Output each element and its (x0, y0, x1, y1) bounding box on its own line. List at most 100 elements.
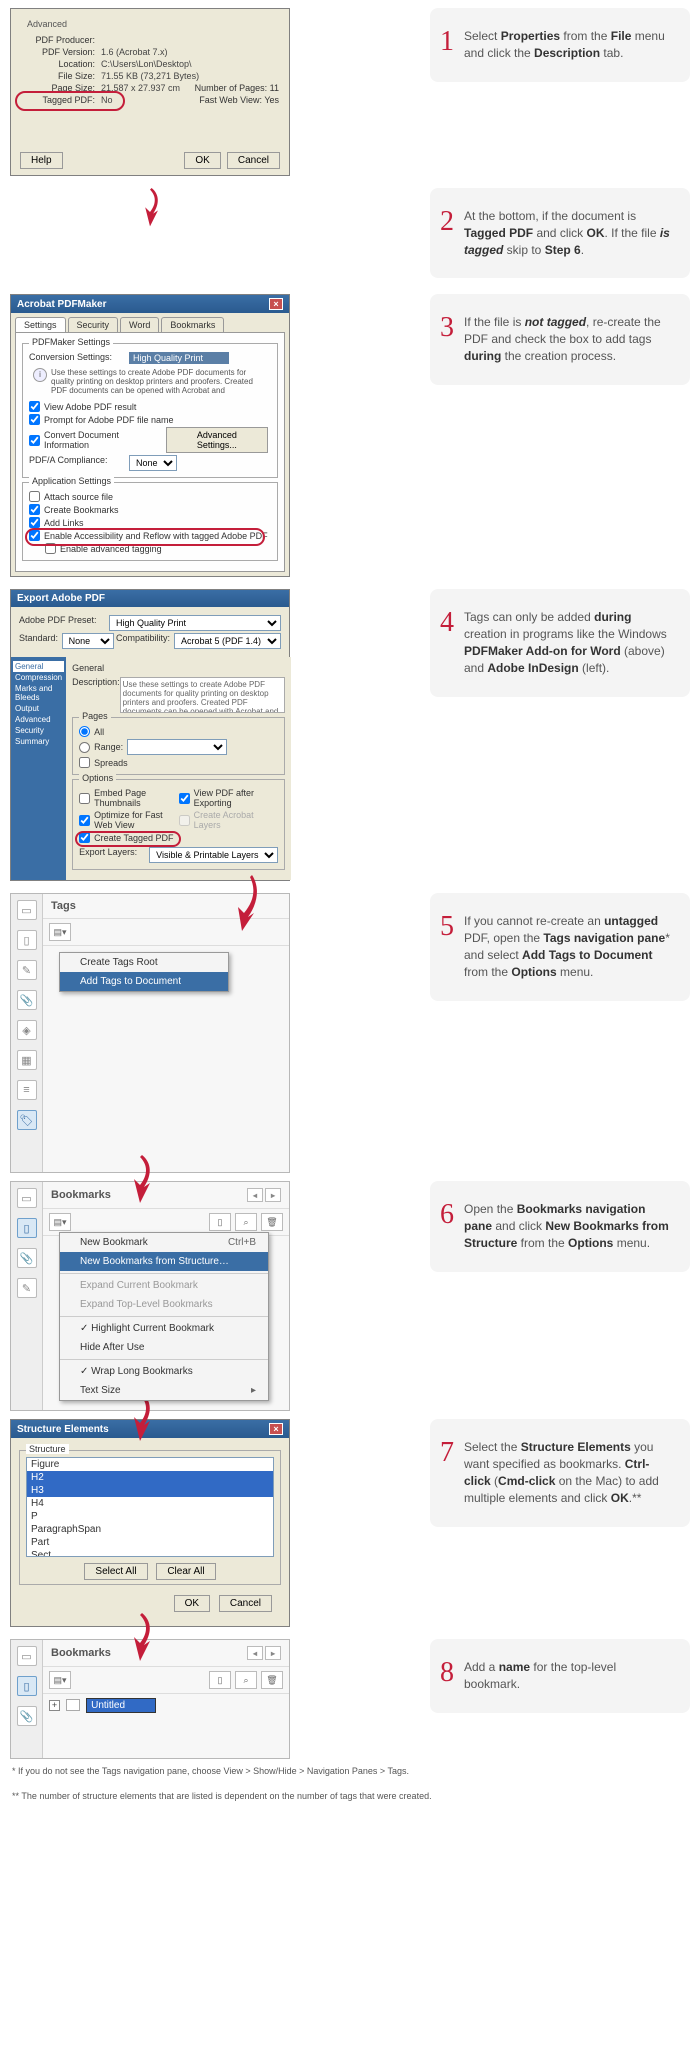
list-item[interactable]: ParagraphSpan (27, 1523, 273, 1536)
delete-icon[interactable]: 🗑 (261, 1671, 283, 1689)
menu-expand-current: Expand Current Bookmark (60, 1276, 268, 1295)
options-button[interactable]: ▤▾ (49, 1213, 71, 1231)
new-bookmark-icon[interactable]: ▯ (209, 1213, 231, 1231)
menu-hide-after[interactable]: Hide After Use (60, 1338, 268, 1357)
close-icon[interactable]: × (269, 1423, 283, 1435)
content-icon[interactable]: ▦ (17, 1050, 37, 1070)
standard-select[interactable]: None (62, 633, 114, 649)
tab-word[interactable]: Word (120, 317, 159, 332)
pages-icon[interactable]: ▭ (17, 900, 37, 920)
red-arrow-icon (120, 1613, 160, 1666)
cb-optimize[interactable]: Optimize for Fast Web View (79, 810, 179, 830)
list-item[interactable]: H3 (27, 1484, 273, 1497)
conversion-select[interactable]: High Quality Print (129, 352, 229, 364)
tab-settings[interactable]: Settings (15, 317, 66, 332)
cb-spreads[interactable]: Spreads (79, 757, 278, 768)
list-item[interactable]: H2 (27, 1471, 273, 1484)
attachments-icon[interactable]: 📎 (17, 1248, 37, 1268)
preset-label: Adobe PDF Preset: (19, 615, 109, 631)
help-button[interactable]: Help (20, 152, 63, 169)
cb-create-tagged[interactable]: Create Tagged PDF (79, 832, 179, 843)
menu-create-tags-root[interactable]: Create Tags Root (60, 953, 228, 972)
structure-listbox[interactable]: Figure H2 H3 H4 P ParagraphSpan Part Sec… (26, 1457, 274, 1557)
select-all-button[interactable]: Select All (84, 1563, 147, 1580)
layers-select[interactable]: Visible & Printable Layers (149, 847, 278, 863)
producer-label: PDF Producer: (21, 35, 101, 45)
next-icon[interactable]: ▸ (265, 1646, 281, 1660)
attachments-icon[interactable]: 📎 (17, 990, 37, 1010)
tab-security[interactable]: Security (68, 317, 119, 332)
general-heading: General (72, 663, 285, 673)
advanced-settings-button[interactable]: Advanced Settings... (166, 427, 268, 453)
cb-advanced-tagging[interactable]: Enable advanced tagging (45, 543, 271, 554)
window-title: Structure Elements (17, 1424, 109, 1435)
pagesize-label: Page Size: (21, 83, 101, 93)
step-text: Select the Structure Elements you want s… (464, 1439, 670, 1506)
bookmarks-icon[interactable]: ▯ (17, 1218, 37, 1238)
menu-wrap-long[interactable]: ✓ Wrap Long Bookmarks (60, 1362, 268, 1381)
cancel-button[interactable]: Cancel (219, 1595, 272, 1612)
layers-icon[interactable]: ◈ (17, 1020, 37, 1040)
delete-icon[interactable]: 🗑 (261, 1213, 283, 1231)
ok-button[interactable]: OK (174, 1595, 210, 1612)
prev-icon[interactable]: ◂ (247, 1646, 263, 1660)
order-icon[interactable]: ≡ (17, 1080, 37, 1100)
find-icon[interactable]: ⌕ (235, 1213, 257, 1231)
list-item[interactable]: Part (27, 1536, 273, 1549)
cb-thumbnails[interactable]: Embed Page Thumbnails (79, 788, 179, 808)
cb-acrobat-layers[interactable]: Create Acrobat Layers (179, 810, 279, 830)
radio-all[interactable]: All (79, 726, 278, 737)
tags-icon[interactable]: 🏷 (17, 1110, 37, 1130)
bookmarks-pane: ▭ ▯ 📎 ✎ Bookmarks ◂▸ ▤▾ ▯ ⌕ 🗑 (10, 1181, 290, 1411)
category-list[interactable]: General Compression Marks and Bleeds Out… (11, 657, 66, 880)
prev-icon[interactable]: ◂ (247, 1188, 263, 1202)
cb-prompt-name[interactable]: Prompt for Adobe PDF file name (29, 414, 271, 425)
next-icon[interactable]: ▸ (265, 1188, 281, 1202)
list-item[interactable]: H4 (27, 1497, 273, 1510)
fastweb-value: Yes (264, 95, 279, 105)
options-button[interactable]: ▤▾ (49, 1671, 71, 1689)
cb-convert-info[interactable]: Convert Document Information (29, 430, 163, 450)
bookmarks-icon[interactable]: ▯ (17, 930, 37, 950)
tab-bookmarks[interactable]: Bookmarks (161, 317, 224, 332)
compat-select[interactable]: Acrobat 5 (PDF 1.4) (174, 633, 281, 649)
menu-highlight-current[interactable]: ✓ Highlight Current Bookmark (60, 1319, 268, 1338)
list-item[interactable]: Figure (27, 1458, 273, 1471)
cb-create-bookmarks[interactable]: Create Bookmarks (29, 504, 271, 515)
ok-button[interactable]: OK (184, 152, 220, 169)
cancel-button[interactable]: Cancel (227, 152, 280, 169)
nav-icons: ▭ ▯ 📎 (11, 1640, 43, 1758)
pages-icon[interactable]: ▭ (17, 1646, 37, 1666)
radio-range[interactable]: Range: (79, 739, 278, 755)
list-item[interactable]: P (27, 1510, 273, 1523)
bookmark-item[interactable]: + Untitled (43, 1694, 289, 1717)
step-text: Select Properties from the File menu and… (464, 28, 670, 62)
pdfa-select[interactable]: None (129, 455, 177, 471)
bookmark-name-input[interactable]: Untitled (86, 1698, 156, 1713)
menu-new-bookmark[interactable]: New BookmarkCtrl+B (60, 1233, 268, 1252)
menu-new-from-structure[interactable]: New Bookmarks from Structure… (60, 1252, 268, 1271)
cb-add-links[interactable]: Add Links (29, 517, 271, 528)
close-icon[interactable]: × (269, 298, 283, 310)
clear-all-button[interactable]: Clear All (156, 1563, 215, 1580)
cb-view-after[interactable]: View PDF after Exporting (179, 788, 279, 808)
cb-attach-source[interactable]: Attach source file (29, 491, 271, 502)
cb-enable-accessibility[interactable]: Enable Accessibility and Reflow with tag… (29, 530, 271, 541)
signatures-icon[interactable]: ✎ (17, 1278, 37, 1298)
menu-add-tags[interactable]: Add Tags to Document (60, 972, 228, 991)
layers-label: Export Layers: (79, 847, 149, 863)
pages-value: 11 (270, 83, 279, 93)
cb-view-result[interactable]: View Adobe PDF result (29, 401, 271, 412)
menu-text-size[interactable]: Text Size▸ (60, 1381, 268, 1400)
new-bookmark-icon[interactable]: ▯ (209, 1671, 231, 1689)
options-button[interactable]: ▤▾ (49, 923, 71, 941)
pages-icon[interactable]: ▭ (17, 1188, 37, 1208)
expand-icon[interactable]: + (49, 1700, 60, 1711)
list-item[interactable]: Sect (27, 1549, 273, 1557)
preset-select[interactable]: High Quality Print (109, 615, 281, 631)
signatures-icon[interactable]: ✎ (17, 960, 37, 980)
bookmarks-icon[interactable]: ▯ (17, 1676, 37, 1696)
options-group: Options (79, 773, 116, 783)
find-icon[interactable]: ⌕ (235, 1671, 257, 1689)
attachments-icon[interactable]: 📎 (17, 1706, 37, 1726)
